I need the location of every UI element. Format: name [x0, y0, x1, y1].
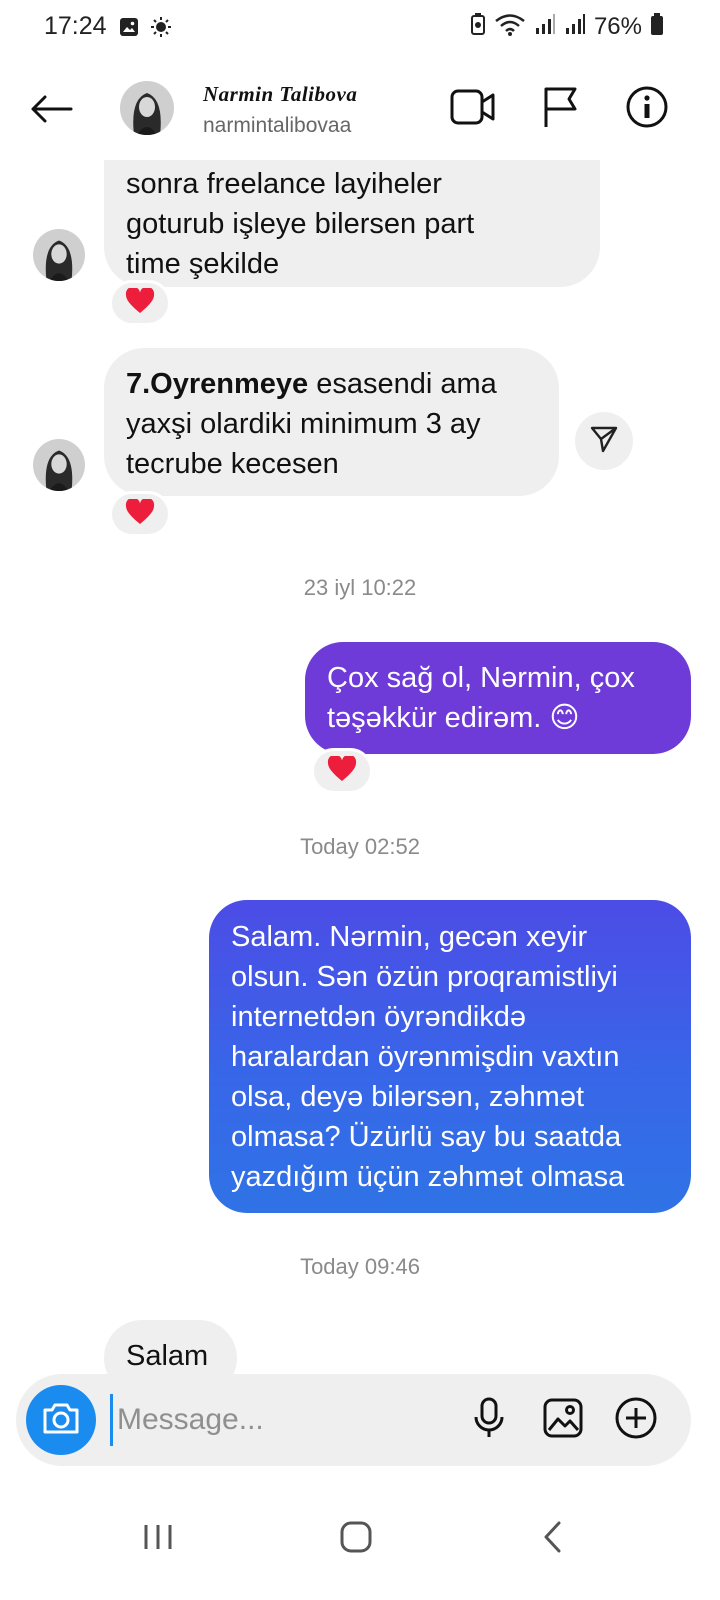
message-bold-text: 7.Oyrenmeye: [126, 368, 309, 400]
system-nav-bar: [0, 1480, 720, 1600]
incoming-message[interactable]: Salam: [104, 1320, 237, 1375]
message-line: yaxşi olardiki minimum 3 ay: [126, 408, 481, 440]
flag-icon: [541, 85, 581, 134]
gallery-button[interactable]: [538, 1395, 588, 1445]
report-button[interactable]: [536, 84, 586, 134]
timestamp: Today 09:46: [300, 1254, 420, 1279]
incoming-message[interactable]: sonra freelance layiheler goturub işleye…: [104, 160, 600, 287]
battery-percent: 76%: [593, 12, 642, 40]
more-options-button[interactable]: [611, 1395, 661, 1445]
incoming-message[interactable]: 7.Oyrenmeye esasendi ama yaxşi olardiki …: [104, 348, 559, 496]
back-arrow-icon: [29, 94, 73, 129]
microphone-icon: [471, 1397, 507, 1444]
status-bar: 17:24 76%: [0, 0, 720, 56]
battery-saver-icon: [470, 12, 486, 41]
voice-message-button[interactable]: [464, 1395, 514, 1445]
home-icon: [339, 1520, 373, 1559]
add-icon: [614, 1396, 658, 1445]
message-line: tecrube kecesen: [126, 448, 339, 480]
message-line: goturub işleye bilersen part: [126, 208, 475, 240]
gallery-icon: [542, 1397, 584, 1444]
heart-reaction[interactable]: [311, 748, 373, 794]
message-line: təşəkkür edirəm. 😊: [327, 702, 580, 734]
nav-back-icon: [541, 1520, 565, 1559]
sender-avatar[interactable]: [33, 229, 85, 281]
message-line: haralardan öyrənmişdin vaxtın: [231, 1041, 620, 1073]
chat-header: Narmin Talibova narmintalibovaa: [0, 60, 720, 160]
home-button[interactable]: [321, 1504, 391, 1574]
heart-icon: [125, 497, 155, 530]
signal-icon-2: [564, 13, 586, 40]
message-line: internetdən öyrəndikdə: [231, 1001, 527, 1033]
message-input[interactable]: [110, 1394, 440, 1446]
signal-icon: [534, 13, 556, 40]
timestamp: 23 iyl 10:22: [303, 575, 417, 600]
brightness-icon: [150, 16, 172, 43]
share-message-button[interactable]: [575, 412, 633, 470]
share-icon: [589, 424, 619, 459]
camera-icon: [41, 1401, 81, 1440]
video-call-icon: [449, 87, 497, 132]
message-line: olsun. Sən özün proqramistliyi: [231, 961, 618, 993]
heart-reaction[interactable]: [109, 491, 171, 537]
message-line: time şekilde: [126, 248, 280, 280]
info-button[interactable]: [622, 84, 672, 134]
info-icon: [625, 85, 669, 134]
timestamp: Today 02:52: [300, 834, 420, 859]
recents-icon: [142, 1522, 174, 1557]
contact-name[interactable]: Narmin Talibova: [203, 82, 357, 107]
message-line: sonra freelance layiheler: [126, 168, 442, 200]
camera-button[interactable]: [26, 1385, 96, 1455]
message-list[interactable]: sonra freelance layiheler goturub işleye…: [0, 160, 720, 1375]
message-line: Salam. Nərmin, gecən xeyir: [231, 921, 588, 953]
message-line: olsa, deyə bilərsən, zəhmət: [231, 1081, 585, 1113]
outgoing-message[interactable]: Salam. Nərmin, gecən xeyir olsun. Sən öz…: [209, 900, 691, 1213]
message-line: esasendi ama: [308, 368, 497, 400]
message-line: Salam: [126, 1340, 209, 1372]
gallery-notification-icon: [118, 16, 140, 43]
battery-icon: [650, 12, 664, 41]
back-button[interactable]: [26, 86, 76, 136]
wifi-icon: [494, 12, 526, 41]
sender-avatar[interactable]: [33, 439, 85, 491]
heart-icon: [125, 286, 155, 319]
outgoing-message[interactable]: Çox sağ ol, Nərmin, çox təşəkkür edirəm.…: [305, 642, 691, 754]
heart-reaction[interactable]: [109, 280, 171, 326]
contact-avatar[interactable]: [120, 81, 174, 135]
contact-username[interactable]: narmintalibovaa: [203, 114, 351, 138]
message-line: olmasa? Üzürlü say bu saatda: [231, 1121, 622, 1153]
video-call-button[interactable]: [448, 84, 498, 134]
heart-icon: [327, 754, 357, 787]
nav-back-button[interactable]: [518, 1504, 588, 1574]
status-time: 17:24: [44, 12, 107, 40]
message-line: Çox sağ ol, Nərmin, çox: [327, 662, 635, 694]
message-line: yazdığım üçün zəhmət olmasa: [231, 1161, 625, 1193]
message-composer: [16, 1374, 691, 1466]
recents-button[interactable]: [123, 1504, 193, 1574]
